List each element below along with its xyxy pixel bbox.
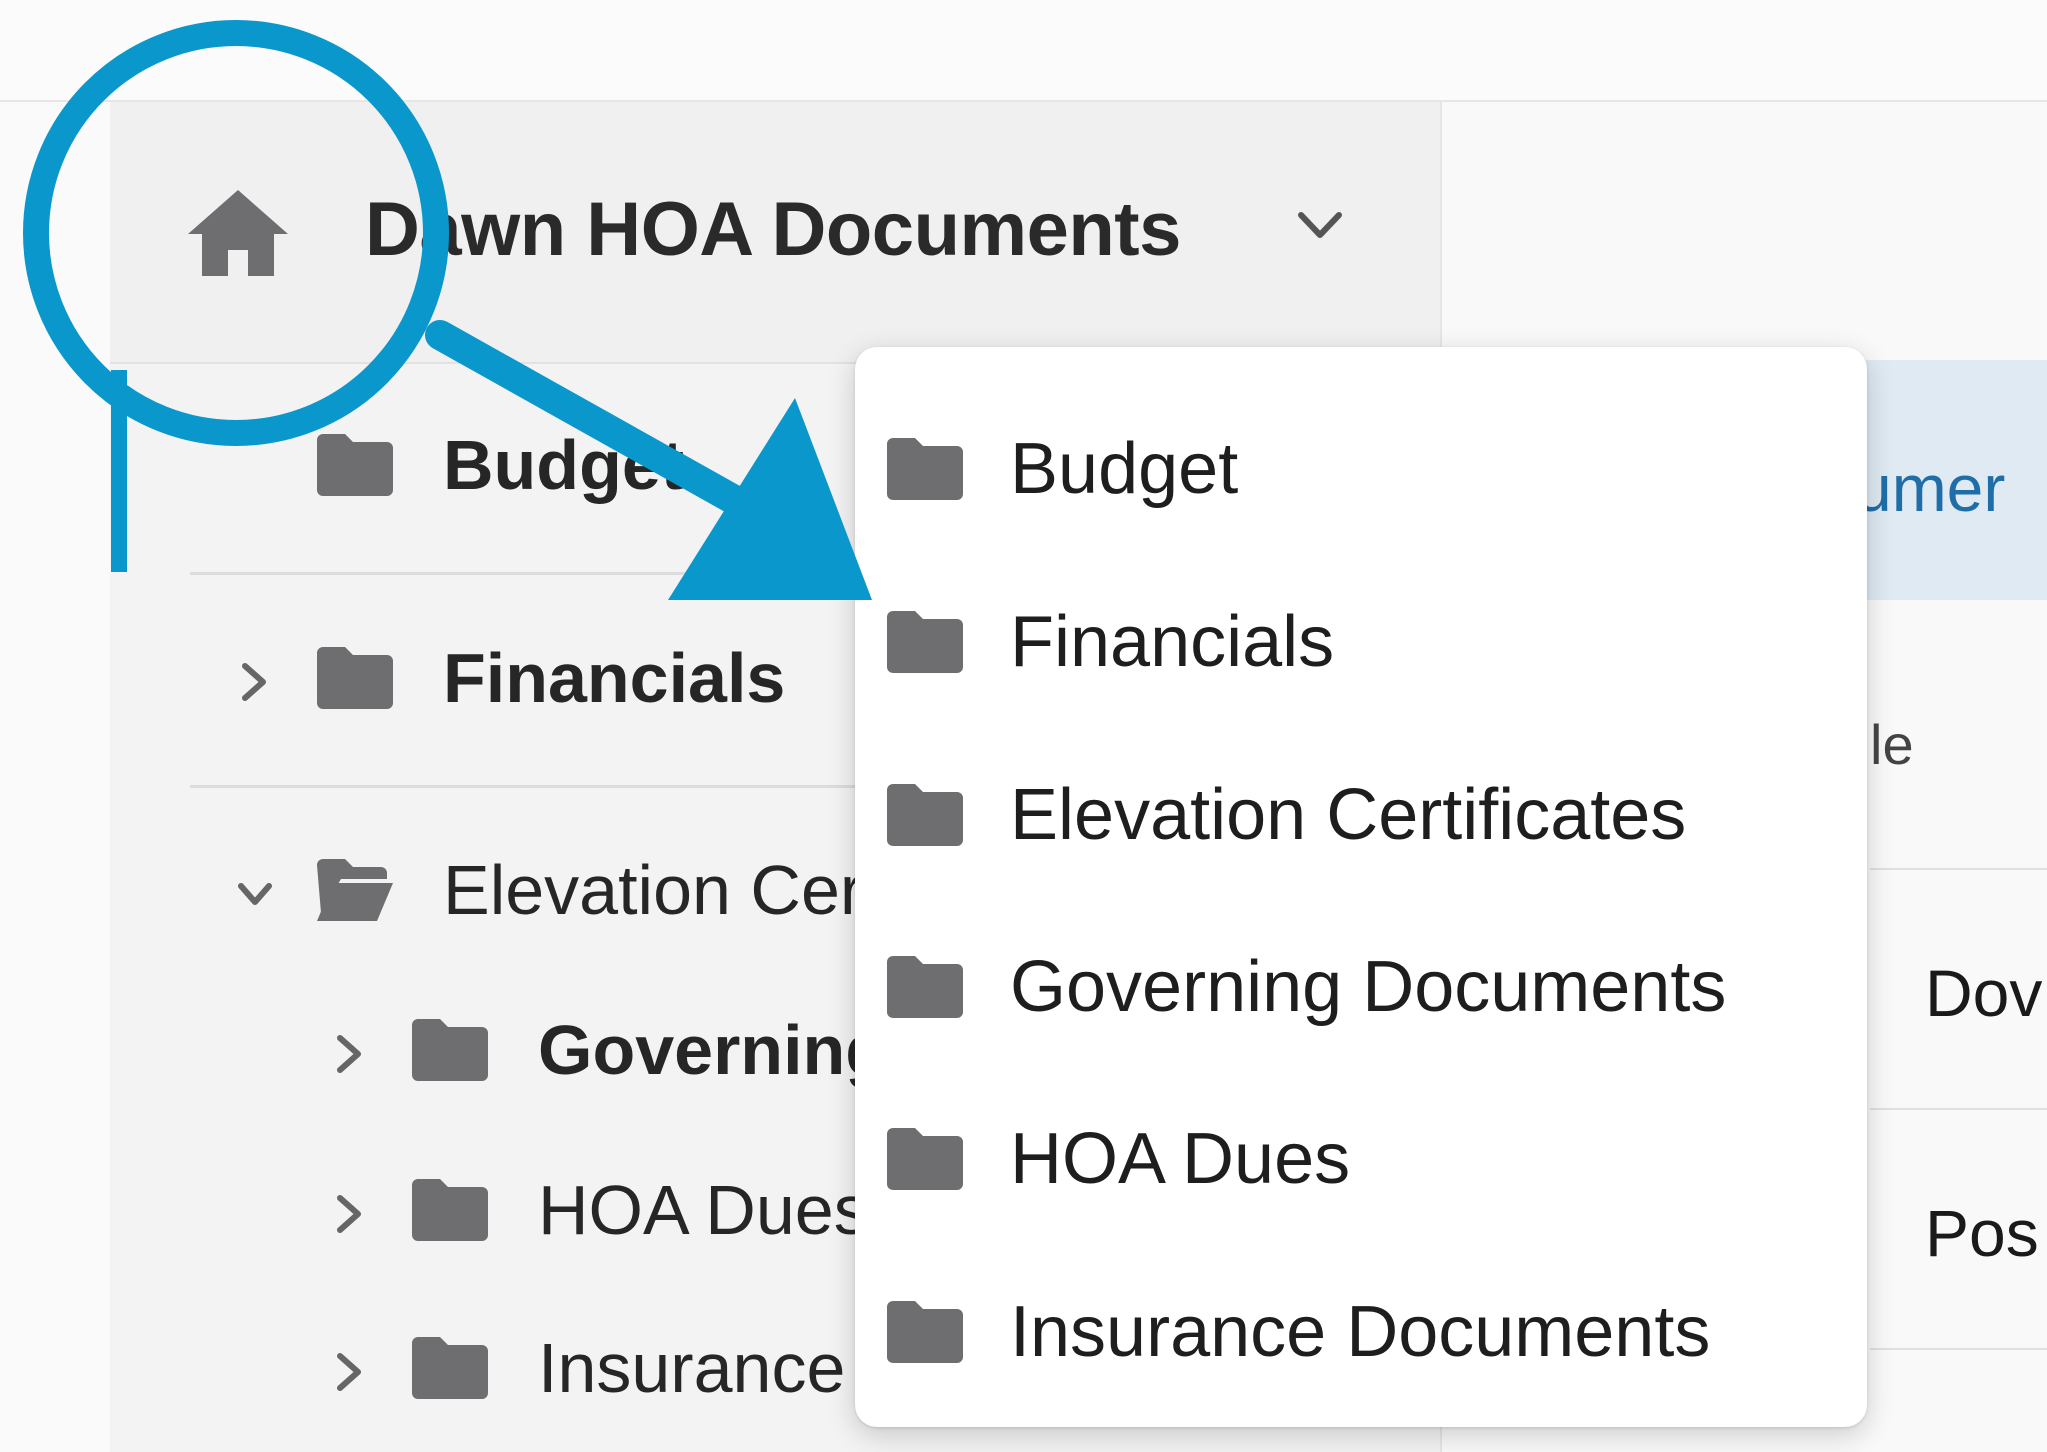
chevron-right-icon[interactable] — [330, 1180, 370, 1240]
tree-item-label: Financials — [443, 639, 786, 717]
tree-item-label: Budget — [443, 426, 685, 504]
folder-icon — [885, 436, 965, 502]
chevron-down-icon[interactable] — [1295, 205, 1345, 250]
menu-item-governing-documents[interactable]: Governing Documents — [885, 937, 1726, 1037]
row-divider — [1870, 1348, 2047, 1350]
folder-icon — [885, 954, 965, 1020]
menu-item-label: Elevation Certificates — [1010, 775, 1687, 855]
menu-item-label: Financials — [1010, 602, 1335, 682]
folder-icon — [410, 1017, 490, 1083]
menu-item-budget[interactable]: Budget — [885, 419, 1238, 519]
tree-item-hoa-dues[interactable]: HOA Dues — [330, 1170, 869, 1250]
menu-item-insurance-documents[interactable]: Insurance Documents — [885, 1282, 1710, 1382]
column-header: le — [1870, 713, 1914, 776]
table-row[interactable]: Dov — [1925, 955, 2042, 1031]
folder-icon — [410, 1177, 490, 1243]
home-icon[interactable] — [186, 188, 290, 283]
row-divider — [1870, 868, 2047, 870]
menu-item-financials[interactable]: Financials — [885, 592, 1334, 692]
tree-item-financials[interactable]: Financials — [235, 638, 785, 718]
folder-icon — [885, 1299, 965, 1365]
folder-icon — [885, 782, 965, 848]
folder-icon — [410, 1335, 490, 1401]
folder-icon — [885, 1126, 965, 1192]
tree-item-budget[interactable]: Budget — [235, 425, 684, 505]
table-row[interactable]: Pos — [1925, 1195, 2039, 1271]
chevron-right-icon[interactable] — [235, 648, 275, 708]
menu-item-hoa-dues[interactable]: HOA Dues — [885, 1109, 1350, 1209]
page-title[interactable]: Dawn HOA Documents — [365, 186, 1181, 273]
menu-item-label: Budget — [1010, 429, 1239, 509]
menu-item-elevation-certificates[interactable]: Elevation Certificates — [885, 765, 1686, 865]
divider — [190, 572, 890, 575]
row-divider — [1870, 1108, 2047, 1110]
top-bar — [0, 0, 2047, 102]
folder-dropdown-menu: Budget Financials Elevation Certificates… — [855, 347, 1867, 1427]
menu-item-label: Insurance Documents — [1010, 1292, 1711, 1372]
tree-item-label: HOA Dues — [538, 1171, 869, 1249]
menu-item-label: Governing Documents — [1010, 947, 1727, 1027]
chevron-down-icon[interactable] — [235, 860, 275, 920]
chevron-right-icon[interactable] — [330, 1338, 370, 1398]
menu-item-label: HOA Dues — [1010, 1119, 1351, 1199]
tab-label[interactable]: umer — [1855, 450, 2005, 526]
folder-icon — [885, 609, 965, 675]
folder-icon — [315, 645, 395, 711]
divider — [190, 785, 890, 788]
folder-open-icon — [315, 857, 395, 923]
folder-icon — [315, 432, 395, 498]
chevron-right-icon[interactable] — [330, 1020, 370, 1080]
